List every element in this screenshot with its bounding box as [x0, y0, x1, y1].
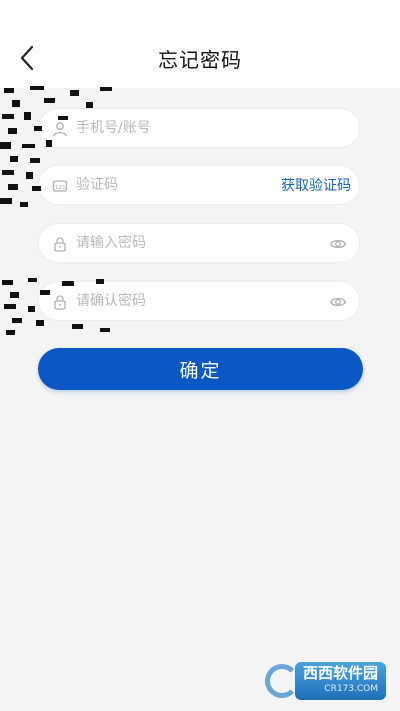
confirm-button[interactable]: 确定	[38, 348, 363, 390]
mosaic-overlay-top	[0, 86, 130, 214]
mosaic-overlay-bottom	[0, 278, 130, 340]
header-bar: 忘记密码	[0, 0, 400, 88]
watermark-logo: 西西软件园 CR173.COM	[264, 662, 386, 700]
eye-icon[interactable]	[329, 235, 347, 253]
watermark-url: CR173.COM	[324, 684, 378, 694]
lock-icon	[54, 237, 66, 252]
eye-icon[interactable]	[329, 293, 347, 311]
password-input[interactable]	[76, 224, 286, 262]
page-title: 忘记密码	[158, 48, 242, 72]
watermark-logo-icon	[264, 664, 299, 698]
get-code-button[interactable]: 获取验证码	[281, 166, 351, 204]
watermark-badge: 西西软件园 CR173.COM	[294, 662, 386, 700]
watermark-brand: 西西软件园	[302, 664, 378, 682]
password-field[interactable]	[38, 223, 360, 263]
